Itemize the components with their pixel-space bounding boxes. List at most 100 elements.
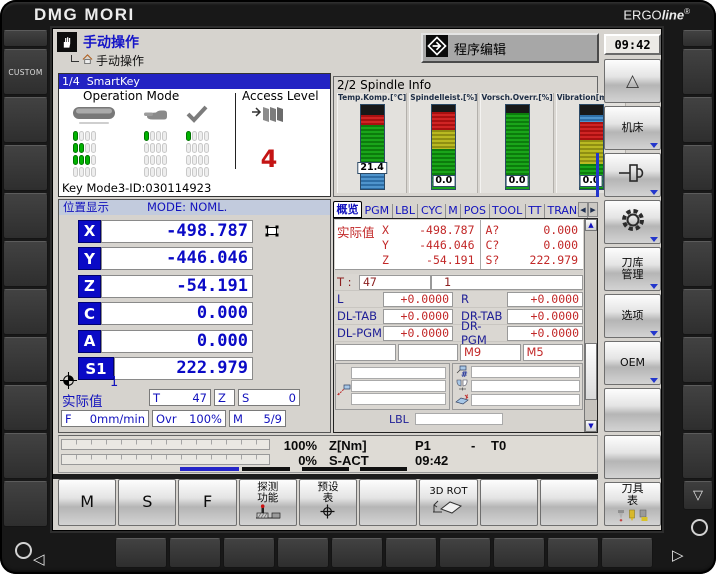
bezel-key-left-0[interactable] [3, 30, 48, 47]
bezel-key-bottom-5[interactable] [385, 538, 437, 568]
scrollbar[interactable]: ▲ ▼ [584, 219, 597, 432]
softkey-s[interactable]: S [118, 479, 176, 526]
bezel-key-bottom-2[interactable] [223, 538, 275, 568]
gauge-segment-olive [580, 140, 603, 164]
right-circle-button[interactable] [691, 519, 708, 536]
bezel-key-right-1[interactable] [682, 49, 713, 95]
tab-TT[interactable]: TT [526, 204, 545, 218]
bezel-key-right-2[interactable] [682, 97, 713, 143]
tab-CYC[interactable]: CYC [418, 204, 445, 218]
bezel-key-left-5[interactable] [3, 241, 48, 287]
gauge-segment-black [506, 105, 529, 113]
tool-axis-field: Z [214, 389, 235, 406]
scroll-up-button[interactable]: ▲ [585, 219, 597, 231]
tab-概览[interactable]: 概览 [333, 201, 362, 218]
softkey-3d-rot-label: 3D ROT [429, 487, 467, 498]
bezel-key-left-4[interactable] [3, 193, 48, 239]
left-circle-button[interactable] [15, 542, 32, 559]
vertical-softkey-empty-2[interactable] [604, 435, 661, 479]
scroll-down-button[interactable]: ▼ [585, 420, 597, 432]
bezel-key-left-10[interactable] [3, 481, 48, 527]
led-indicator-off [186, 155, 191, 165]
feed-override-scale [61, 439, 270, 450]
tab-LBL[interactable]: LBL [393, 204, 419, 218]
vertical-softkey-page-up[interactable]: △ [604, 59, 661, 103]
override-field: Ovr100% [152, 410, 226, 427]
bezel-key-left-2[interactable] [3, 97, 48, 143]
bezel-key-right-6[interactable] [682, 289, 713, 335]
scroll-thumb[interactable] [585, 343, 597, 401]
vertical-softkey-settings[interactable] [604, 200, 661, 244]
tab-PGM[interactable]: PGM [362, 204, 393, 218]
gauge-bar: 0.0 [579, 104, 604, 190]
gauge-label: Temp.Komp.[°C] [338, 93, 406, 103]
bezel-key-left-7[interactable] [3, 337, 48, 383]
bezel-key-left-8[interactable] [3, 385, 48, 431]
bezel-key-bottom-1[interactable] [169, 538, 221, 568]
bezel-key-bottom-3[interactable] [277, 538, 329, 568]
led-indicator-off [186, 167, 191, 177]
led-grid-key [73, 131, 96, 179]
vertical-softkey-empty-1[interactable] [604, 388, 661, 432]
lbl-label: LBL [389, 413, 409, 426]
bezel-key-bottom-0[interactable] [115, 538, 167, 568]
bezel-key-left-1[interactable]: CUSTOM [3, 49, 48, 95]
axis-label: X [78, 220, 101, 243]
down-arrow-key[interactable]: ▽ [683, 481, 713, 510]
led-indicator-on [79, 155, 84, 165]
bezel-key-left-9[interactable] [3, 433, 48, 479]
softkey-preset-table[interactable]: 预设 表 [299, 479, 357, 526]
tool-name: 1 [444, 275, 451, 289]
right-arrow-key[interactable]: ▷ [672, 548, 684, 563]
t-label: T [153, 391, 160, 405]
tab-scroll-right-button[interactable]: ▶ [588, 202, 598, 217]
gauge-value: 0.0 [506, 175, 529, 187]
softkey-empty-1[interactable] [359, 479, 417, 526]
softkey-3d-rot[interactable]: 3D ROT [419, 479, 477, 526]
bezel-key-left-6[interactable] [3, 289, 48, 335]
product-reg-mark: ® [684, 7, 690, 16]
softkey-empty-2[interactable] [480, 479, 538, 526]
tool-name-box: 1 [431, 275, 583, 290]
datum-shift-panel [335, 363, 450, 410]
vertical-softkey-indicator [596, 153, 599, 197]
tab-scroll-left-button[interactable]: ◀ [578, 202, 588, 217]
m-label: M [233, 412, 243, 426]
tab-M[interactable]: M [446, 204, 462, 218]
bezel-key-bottom-8[interactable] [547, 538, 599, 568]
tab-TOOL[interactable]: TOOL [490, 204, 526, 218]
vertical-softkey-options[interactable]: 选项 [604, 294, 661, 338]
bezel-key-left-3[interactable] [3, 145, 48, 191]
bezel-key-bottom-9[interactable] [601, 538, 653, 568]
softkey-f[interactable]: F [178, 479, 236, 526]
tab-POS[interactable]: POS [461, 204, 489, 218]
bezel-key-right-3[interactable] [682, 145, 713, 191]
led-indicator-off [204, 155, 209, 165]
bezel-key-right-7[interactable] [682, 337, 713, 383]
softkey-probe[interactable]: 探测 功能 [239, 479, 297, 526]
vertical-softkey-oem[interactable]: OEM [604, 341, 661, 385]
bezel-key-right-5[interactable] [682, 241, 713, 287]
bezel-key-bottom-4[interactable] [331, 538, 383, 568]
datum-field [351, 367, 446, 379]
bezel-key-right-9[interactable] [682, 433, 713, 479]
access-level-icon [251, 103, 287, 129]
led-indicator-off [192, 143, 197, 153]
softkey-empty-3[interactable] [540, 479, 598, 526]
bezel-key-right-4[interactable] [682, 193, 713, 239]
softkey-m[interactable]: M [58, 479, 116, 526]
led-indicator-off [144, 155, 149, 165]
left-arrow-key[interactable]: ◁ [33, 552, 45, 567]
bezel-key-bottom-6[interactable] [439, 538, 491, 568]
vertical-softkey-tool-table[interactable]: 刀具 表 [604, 482, 661, 526]
bezel-key-right-0[interactable] [682, 30, 713, 47]
vertical-softkey-machine[interactable]: 机床 [604, 106, 661, 150]
vertical-softkey-spindle[interactable] [604, 153, 661, 197]
axis-value: 0.000 [101, 330, 253, 353]
transform-panel: # [452, 363, 583, 410]
vertical-softkey-tool-magazine[interactable]: 刀库 管理 [604, 247, 661, 291]
axis-value: -498.787 [101, 220, 253, 243]
bezel-key-bottom-7[interactable] [493, 538, 545, 568]
length-label: L [337, 292, 383, 306]
bezel-key-right-8[interactable] [682, 385, 713, 431]
